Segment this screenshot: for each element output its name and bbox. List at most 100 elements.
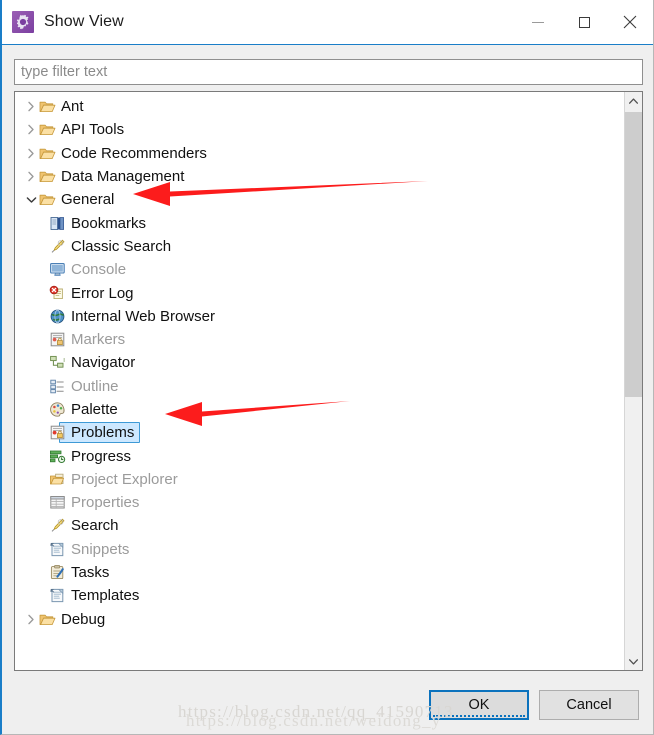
outline-icon (49, 378, 66, 395)
tree-item-console[interactable]: Console (15, 258, 624, 281)
tree-item-label: Bookmarks (71, 214, 147, 232)
search-pencil-icon (49, 238, 66, 255)
tree-item-label: Progress (71, 447, 132, 465)
navigator-icon (49, 354, 66, 371)
tree-item-classic-search[interactable]: Classic Search (15, 235, 624, 258)
tree-item-project-explorer[interactable]: Project Explorer (15, 468, 624, 491)
maximize-button[interactable] (561, 0, 607, 44)
tree-item-bookmarks[interactable]: Bookmarks (15, 211, 624, 234)
markers-icon (49, 331, 66, 348)
close-button[interactable] (607, 0, 653, 44)
tree-item-code-recommenders[interactable]: Code Recommenders (15, 142, 624, 165)
tree-item-label: Ant (61, 98, 84, 116)
tree-item-label: General (61, 191, 115, 209)
tree-item-navigator[interactable]: Navigator (15, 351, 624, 374)
window-title: Show View (44, 13, 124, 30)
dialog-button-bar: OK Cancel (429, 690, 639, 720)
tree-item-label: Outline (71, 377, 119, 395)
view-tree-container: Ant API Tools Code Recommenders Data Manage… (14, 91, 643, 671)
tree-twisty[interactable] (23, 196, 39, 204)
tree-item-label: Palette (71, 401, 118, 418)
scrollbar-thumb[interactable] (625, 112, 642, 397)
dialog-body: Ant API Tools Code Recommenders Data Manage… (2, 45, 653, 734)
ok-button-label: OK (468, 697, 490, 713)
tree-item-label: API Tools (61, 121, 125, 139)
chevron-right-icon (28, 125, 34, 135)
console-icon (49, 261, 66, 278)
tree-item-label: Search (71, 517, 119, 535)
progress-icon (49, 448, 66, 465)
chevron-right-icon (28, 101, 34, 112)
tree-item-label: Templates (71, 587, 140, 605)
tree-item-outline[interactable]: Outline (15, 375, 624, 398)
tree-item-label: Properties (71, 494, 140, 512)
tree-item-debug[interactable]: Debug (15, 608, 624, 631)
title-bar: Show View (2, 0, 653, 45)
cancel-button-label: Cancel (566, 697, 612, 713)
tree-item-tasks[interactable]: Tasks (15, 561, 624, 584)
tree-twisty[interactable] (23, 148, 39, 159)
folder-icon (39, 145, 56, 162)
tree-item-properties[interactable]: Properties (15, 491, 624, 514)
tree-twisty[interactable] (23, 171, 39, 182)
tree-item-label: Code Recommenders (61, 144, 207, 162)
minimize-icon (532, 21, 544, 23)
tree-item-error-log[interactable]: Error Log (15, 281, 624, 304)
chevron-down-icon (26, 197, 36, 203)
scroll-down-icon (629, 658, 638, 665)
tree-item-markers[interactable]: Markers (15, 328, 624, 351)
tree-twisty[interactable] (23, 614, 39, 625)
minimize-button[interactable] (515, 0, 561, 44)
search-pencil-icon (49, 517, 66, 534)
chevron-right-icon (28, 148, 34, 159)
tree-item-templates[interactable]: Templates (15, 584, 624, 607)
window-controls (515, 0, 653, 44)
tree-item-data-management[interactable]: Data Management (15, 165, 624, 188)
watermark-line-2: https://blog.csdn.net/weidong_y (186, 711, 442, 730)
tree-item-internal-web-browser[interactable]: Internal Web Browser (15, 305, 624, 328)
show-view-gear-icon (12, 11, 34, 33)
tree-item-ant[interactable]: Ant (15, 95, 624, 118)
tasks-icon (49, 564, 66, 581)
tree-item-search[interactable]: Search (15, 514, 624, 537)
problems-icon (49, 424, 66, 441)
ok-button[interactable]: OK (429, 690, 529, 720)
tree-twisty[interactable] (23, 101, 39, 112)
folder-icon (39, 98, 56, 115)
chevron-right-icon (28, 171, 34, 182)
chevron-right-icon (28, 614, 34, 624)
tree-item-snippets[interactable]: Snippets (15, 538, 624, 561)
tree-item-label: Navigator (71, 354, 136, 372)
snippets-icon (49, 541, 66, 558)
filter-input[interactable] (14, 59, 643, 85)
tree-item-label: Tasks (71, 564, 110, 582)
templates-icon (49, 587, 66, 604)
tree-item-progress[interactable]: Progress (15, 444, 624, 467)
palette-icon (49, 401, 66, 418)
tree-item-label: Classic Search (71, 237, 172, 255)
tree-item-problems[interactable]: Problems (15, 421, 624, 444)
tree-vertical-scrollbar[interactable] (624, 92, 642, 670)
tree-item-label: Console (71, 261, 127, 279)
tree-item-label: Problems (71, 424, 135, 442)
tree-twisty[interactable] (23, 124, 39, 135)
tree-item-palette[interactable]: Palette (15, 398, 624, 421)
tree-item-label: Data Management (61, 168, 185, 186)
tree-item-general[interactable]: General (15, 188, 624, 211)
tree-item-label: Project Explorer (71, 470, 178, 488)
maximize-icon (578, 16, 590, 28)
folder-icon (39, 191, 56, 208)
scrollbar-track[interactable] (625, 109, 642, 653)
tree-item-label: Error Log (71, 284, 134, 302)
error-log-icon (49, 285, 66, 302)
scroll-up-button[interactable] (625, 92, 642, 109)
tree-item-label: Snippets (71, 540, 130, 558)
close-icon (623, 15, 637, 29)
cancel-button[interactable]: Cancel (539, 690, 639, 720)
properties-icon (49, 494, 66, 511)
scroll-down-button[interactable] (625, 653, 642, 670)
globe-icon (49, 308, 66, 325)
view-tree[interactable]: Ant API Tools Code Recommenders Data Manage… (15, 92, 624, 670)
focus-ring (433, 715, 525, 717)
tree-item-api-tools[interactable]: API Tools (15, 118, 624, 141)
